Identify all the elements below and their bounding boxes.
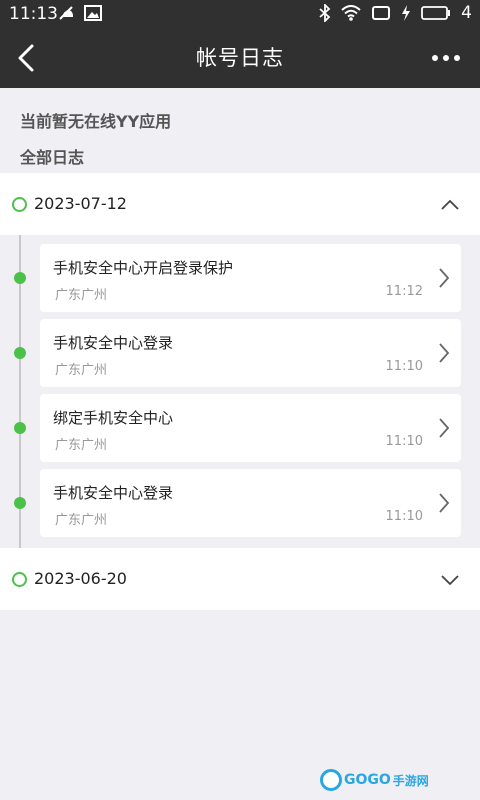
log-time: 11:12 [385, 284, 423, 299]
chevron-up-icon [441, 199, 459, 210]
watermark-text: 手游网 [392, 773, 429, 788]
page-title: 帐号日志 [196, 46, 284, 70]
chevron-right-icon [439, 343, 450, 363]
section-label-all-logs: 全部日志 [20, 148, 85, 167]
timeline-dot-icon [14, 272, 26, 284]
more-icon [432, 55, 438, 61]
timeline-line [19, 210, 21, 576]
image-notification-icon [84, 5, 102, 21]
log-item[interactable]: 手机安全中心登录 广东广州 11:10 [40, 469, 461, 537]
log-time: 11:10 [385, 434, 423, 449]
log-item[interactable]: 手机安全中心开启登录保护 广东广州 11:12 [40, 244, 461, 312]
date-label: 2023-06-20 [34, 569, 127, 588]
timeline-node-icon [12, 197, 27, 212]
cast-icon [372, 6, 391, 20]
timeline-dot-icon [14, 422, 26, 434]
watermark-logo: GOGO 手游网 [320, 766, 450, 794]
battery-icon [421, 6, 451, 20]
silent-notification-icon [59, 6, 73, 20]
chevron-right-icon [439, 418, 450, 438]
chevron-down-icon [441, 575, 459, 586]
log-title: 绑定手机安全中心 [53, 409, 174, 427]
timeline-node-icon [12, 572, 27, 587]
status-bar: 11:13 4 [0, 0, 480, 28]
timeline-dot-icon [14, 497, 26, 509]
log-title: 手机安全中心登录 [53, 484, 174, 502]
date-label: 2023-07-12 [34, 194, 127, 213]
bluetooth-icon [319, 4, 331, 22]
more-button[interactable] [426, 38, 466, 78]
watermark-icon [320, 769, 342, 791]
log-time: 11:10 [385, 509, 423, 524]
log-location: 广东广州 [55, 363, 108, 378]
app-bar: 帐号日志 [0, 28, 480, 88]
date-group-header[interactable]: 2023-06-20 [0, 548, 480, 610]
log-title: 手机安全中心登录 [53, 334, 174, 352]
watermark-brand: GOGO [344, 772, 391, 788]
chevron-right-icon [439, 268, 450, 288]
chevron-right-icon [439, 493, 450, 513]
log-time: 11:10 [385, 359, 423, 374]
log-title: 手机安全中心开启登录保护 [53, 259, 234, 277]
log-item[interactable]: 手机安全中心登录 广东广州 11:10 [40, 319, 461, 387]
log-location: 广东广州 [55, 438, 108, 453]
log-item[interactable]: 绑定手机安全中心 广东广州 11:10 [40, 394, 461, 462]
wifi-icon [341, 5, 361, 21]
status-time: 11:13 [9, 4, 58, 24]
online-apps-notice: 当前暂无在线YY应用 [20, 112, 172, 131]
charging-icon [402, 5, 411, 21]
timeline-dot-icon [14, 347, 26, 359]
battery-level: 4 [461, 3, 472, 23]
date-group-header[interactable]: 2023-07-12 [0, 173, 480, 235]
log-location: 广东广州 [55, 288, 108, 303]
log-location: 广东广州 [55, 513, 108, 528]
